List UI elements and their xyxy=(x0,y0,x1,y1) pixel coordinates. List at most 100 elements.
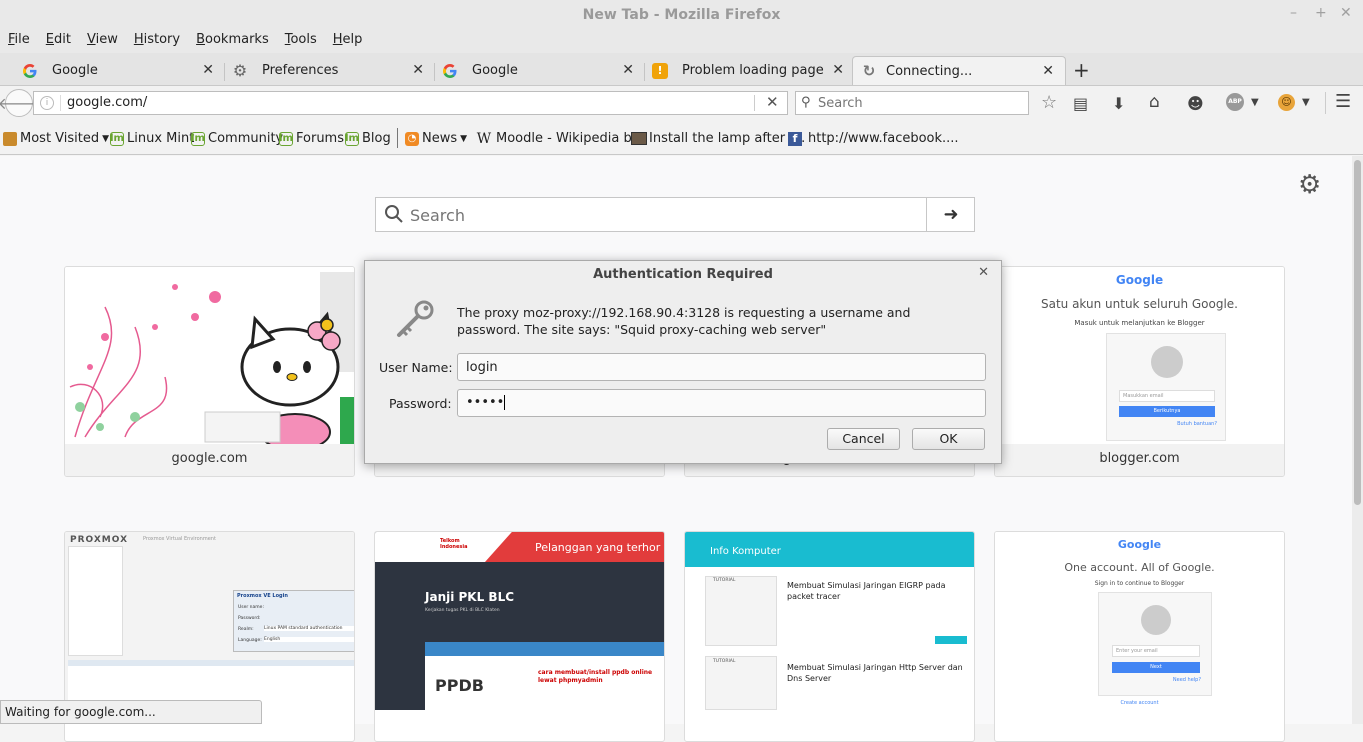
status-bar: Waiting for google.com... xyxy=(0,700,262,724)
download-icon[interactable]: ⬇ xyxy=(1112,94,1125,113)
tile-heading: One account. All of Google. xyxy=(1064,561,1215,574)
navigation-toolbar: 🡐 i google.com/ ✕ ⚲ ☆ ▤ ⬇ ⌂ ☻ ABP ▼ ☺ ▼ … xyxy=(0,86,1363,121)
greasemonkey-icon[interactable]: ☺ xyxy=(1278,94,1295,111)
window-titlebar: New Tab - Mozilla Firefox – + ✕ xyxy=(0,0,1363,29)
url-separator xyxy=(754,95,755,111)
next-button: Next xyxy=(1112,662,1200,673)
home-icon[interactable]: ⌂ xyxy=(1149,92,1160,112)
bookmark-facebook[interactable]: f http://www.facebook.... xyxy=(788,131,959,146)
top-site-tile[interactable]: Google Satu akun untuk seluruh Google. M… xyxy=(994,266,1285,477)
authentication-dialog: Authentication Required ✕ The proxy moz-… xyxy=(364,260,1002,464)
bookmark-wikipedia[interactable]: W Moodle - Wikipedia b... xyxy=(475,131,645,147)
email-field: Enter your email xyxy=(1112,645,1200,657)
bookmark-separator xyxy=(397,128,398,148)
close-tab-icon[interactable]: ✕ xyxy=(832,62,844,78)
menu-bookmarks[interactable]: Bookmarks xyxy=(196,29,269,53)
tab-connecting[interactable]: ↻ Connecting... ✕ xyxy=(852,56,1066,85)
hamburger-menu-icon[interactable]: ☰ xyxy=(1335,91,1351,112)
login-card: Masukkan email Berikutnya Butuh bantuan? xyxy=(1106,333,1226,441)
bookmark-forums[interactable]: lm Forums xyxy=(279,131,344,146)
mint-icon: lm xyxy=(279,131,293,146)
tile-thumbnail: Google Satu akun untuk seluruh Google. M… xyxy=(995,267,1284,445)
maximize-button[interactable]: + xyxy=(1315,5,1327,21)
newtab-search-input[interactable] xyxy=(410,203,910,227)
menu-tools[interactable]: Tools xyxy=(285,29,317,53)
menu-file[interactable]: File xyxy=(8,29,30,53)
bookmark-linux-mint[interactable]: lm Linux Mint xyxy=(110,131,194,146)
cancel-button[interactable]: Cancel xyxy=(827,428,900,450)
tab-google-1[interactable]: Google ✕ xyxy=(0,56,220,85)
search-icon xyxy=(384,204,404,229)
bookmark-label: Blog xyxy=(362,131,391,146)
mint-icon: lm xyxy=(191,131,205,146)
tile-label: google.com xyxy=(65,444,354,476)
gear-icon[interactable]: ⚙ xyxy=(1298,170,1321,200)
rss-icon: ◔ xyxy=(405,131,419,146)
blog-title: Janji PKL BLC xyxy=(425,590,515,604)
bookmark-label: Moodle - Wikipedia b... xyxy=(496,131,645,146)
tile-subheading: Sign in to continue to Blogger xyxy=(1094,580,1185,587)
tab-problem-loading[interactable]: ! Problem loading page ✕ xyxy=(630,56,850,85)
read-more-button xyxy=(935,636,967,644)
back-button[interactable]: 🡐 xyxy=(0,89,40,117)
menu-help[interactable]: Help xyxy=(333,29,363,53)
tile-heading: Satu akun untuk seluruh Google. xyxy=(1040,297,1238,311)
scrollbar-thumb[interactable] xyxy=(1354,160,1361,505)
bookmark-install-lamp[interactable]: Install the lamp after i... xyxy=(631,131,805,146)
menu-edit[interactable]: Edit xyxy=(46,29,71,53)
url-text[interactable]: google.com/ xyxy=(67,95,147,110)
close-tab-icon[interactable]: ✕ xyxy=(1042,63,1054,79)
post-thumb xyxy=(705,656,777,710)
minimize-button[interactable]: – xyxy=(1290,5,1297,21)
username-label: User Name: xyxy=(379,360,453,375)
mint-icon: lm xyxy=(110,131,124,146)
info-icon[interactable]: i xyxy=(40,96,54,110)
bookmark-most-visited[interactable]: Most Visited ▼ xyxy=(3,131,109,146)
chevron-down-icon[interactable]: ▼ xyxy=(1302,97,1310,108)
close-window-button[interactable]: ✕ xyxy=(1340,5,1352,21)
language-value: English xyxy=(264,637,354,642)
new-tab-button[interactable]: + xyxy=(1073,58,1090,82)
telkom-logo: Telkom Indonesia xyxy=(440,538,468,550)
stop-loading-icon[interactable]: ✕ xyxy=(766,93,779,111)
star-icon[interactable]: ☆ xyxy=(1041,92,1057,113)
username-field[interactable] xyxy=(457,353,986,381)
menu-history[interactable]: History xyxy=(134,29,180,53)
bookmark-blog[interactable]: lm Blog xyxy=(345,131,391,146)
bookmark-news[interactable]: ◔ News ▼ xyxy=(405,131,467,146)
proxmox-login-box: Proxmox VE Login User name: Password: Re… xyxy=(233,590,354,652)
vertical-scrollbar[interactable] xyxy=(1352,156,1363,724)
post-tag: TUTORIAL xyxy=(713,578,736,583)
top-site-tile[interactable]: Google One account. All of Google. Sign … xyxy=(994,531,1285,742)
gear-icon: ⚙ xyxy=(232,61,248,80)
avatar xyxy=(1141,605,1171,635)
tab-google-2[interactable]: Google ✕ xyxy=(420,56,640,85)
post-tag: TUTORIAL xyxy=(713,659,736,664)
proxmox-subtitle: Proxmox Virtual Environment xyxy=(143,536,216,542)
password-field[interactable]: ••••• xyxy=(457,389,986,417)
search-go-button[interactable]: ➜ xyxy=(926,198,975,231)
tab-preferences[interactable]: ⚙ Preferences ✕ xyxy=(210,56,430,85)
folder-icon xyxy=(3,131,17,146)
newtab-search-box[interactable]: ➜ xyxy=(375,197,975,232)
tile-thumbnail: Google One account. All of Google. Sign … xyxy=(995,532,1284,710)
tile-label: blogger.com xyxy=(995,444,1284,476)
close-icon[interactable]: ✕ xyxy=(978,265,989,280)
adblock-icon[interactable]: ABP xyxy=(1226,93,1244,111)
top-site-tile[interactable]: Info Komputer TUTORIAL Membuat Simulasi … xyxy=(684,531,975,742)
top-site-tile[interactable]: google.com xyxy=(64,266,355,477)
bookmark-community[interactable]: lm Community xyxy=(191,131,283,146)
chevron-down-icon[interactable]: ▼ xyxy=(1251,97,1259,108)
tab-label: Google xyxy=(472,63,518,78)
hello-icon[interactable]: ☻ xyxy=(1187,94,1204,113)
reading-list-icon[interactable]: ▤ xyxy=(1073,94,1088,113)
menu-view[interactable]: View xyxy=(87,29,118,53)
search-input[interactable] xyxy=(818,94,1018,112)
post-title: Membuat Simulasi Jaringan Http Server da… xyxy=(787,663,963,683)
url-bar[interactable]: i google.com/ ✕ xyxy=(33,91,788,115)
mint-icon: lm xyxy=(345,131,359,146)
ok-button[interactable]: OK xyxy=(912,428,985,450)
warning-icon: ! xyxy=(652,62,668,79)
search-bar[interactable]: ⚲ xyxy=(795,91,1029,115)
top-site-tile[interactable]: Telkom Indonesia Pelanggan yang terhor J… xyxy=(374,531,665,742)
